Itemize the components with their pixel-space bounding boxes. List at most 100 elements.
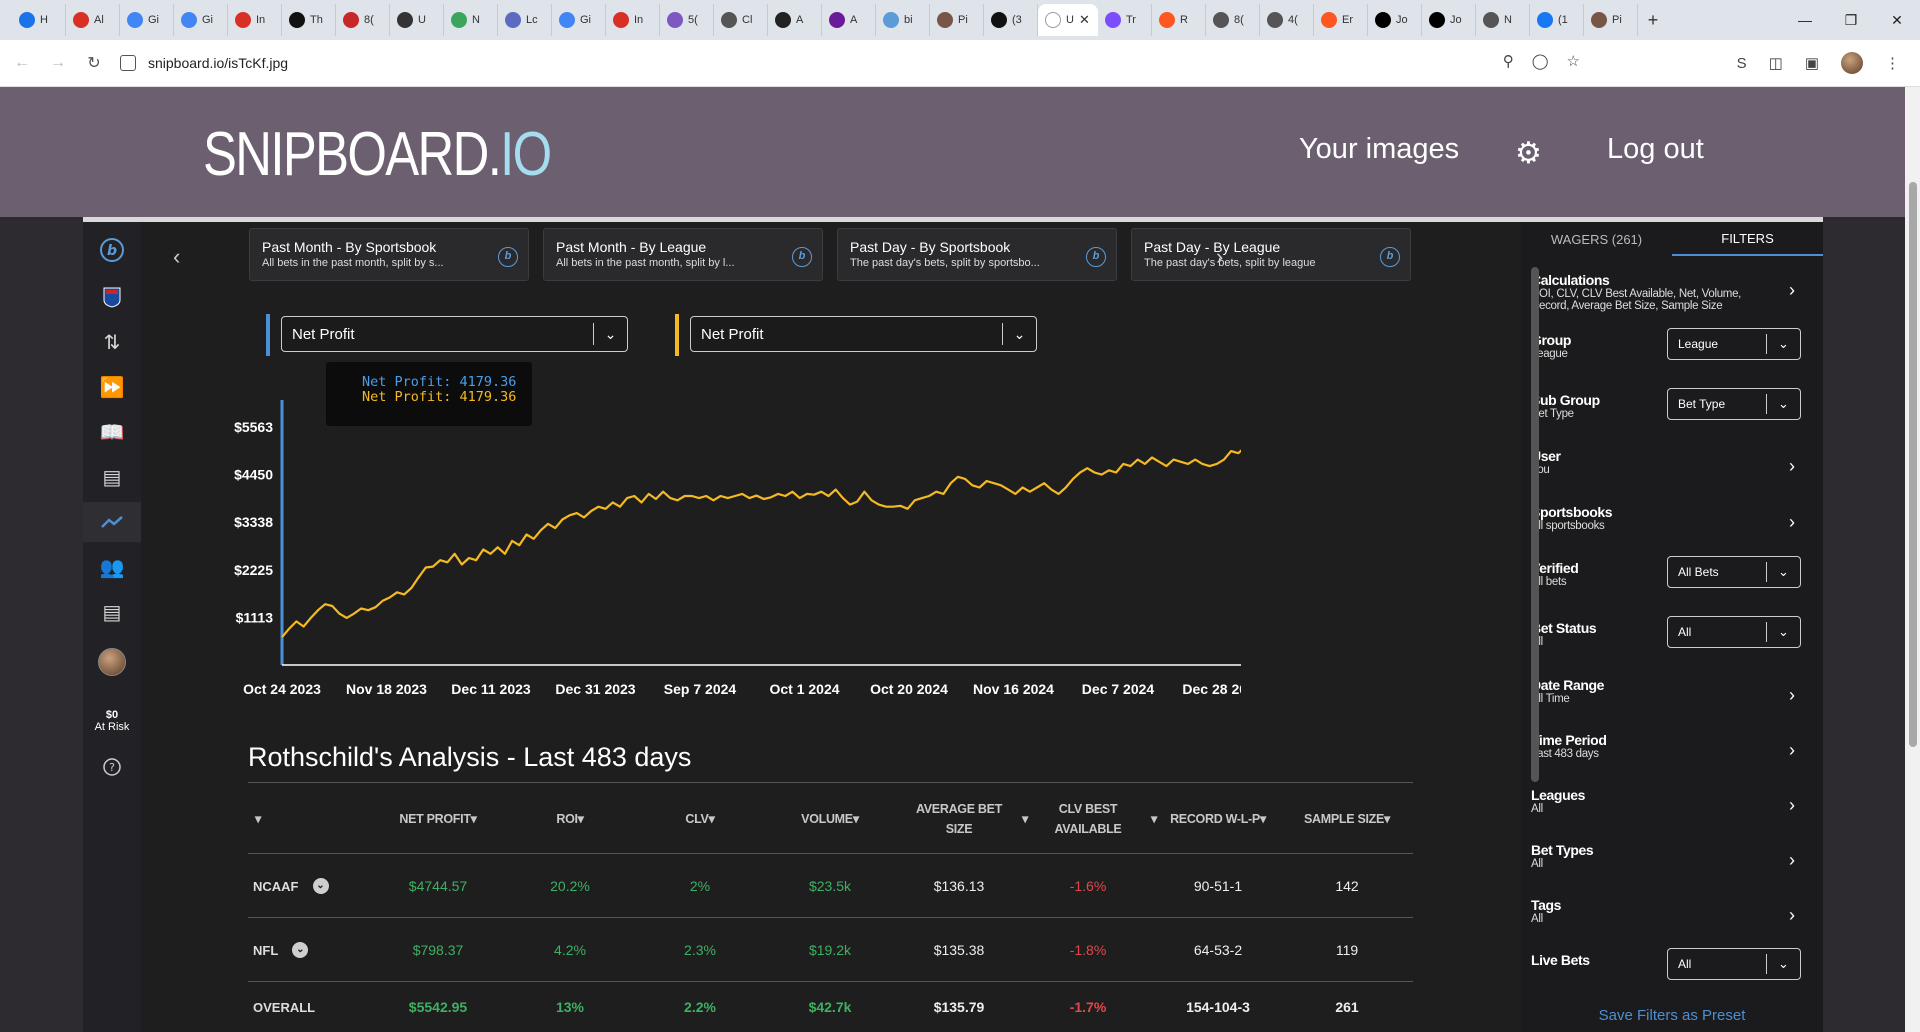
- brand-b-icon[interactable]: b: [83, 230, 141, 270]
- browser-tab[interactable]: A: [822, 4, 876, 36]
- site-info-icon[interactable]: [120, 55, 136, 71]
- inbox-icon[interactable]: ▤: [83, 457, 141, 497]
- table-row[interactable]: OVERALL $5542.95 13% 2.2% $42.7k $135.79 -1.7%…: [248, 982, 1413, 1032]
- chevron-right-icon[interactable]: ›: [1789, 795, 1795, 816]
- column-header[interactable]: ROI ▾: [505, 783, 635, 855]
- filter-row[interactable]: Group League League ⌄: [1531, 328, 1801, 360]
- eye-off-icon[interactable]: ◯: [1532, 52, 1549, 70]
- page-scrollbar[interactable]: [1905, 87, 1920, 1032]
- filter-row[interactable]: Time Period Last 483 days ›: [1531, 732, 1801, 760]
- browser-tab[interactable]: 4(: [1260, 4, 1314, 36]
- extensions-puzzle-icon[interactable]: ◫: [1769, 54, 1783, 72]
- filter-row[interactable]: Calculations ROI, CLV, CLV Best Available…: [1531, 272, 1801, 312]
- swap-icon[interactable]: ⇅: [83, 322, 141, 362]
- nfl-icon[interactable]: [83, 277, 141, 317]
- minimize-icon[interactable]: —: [1782, 0, 1828, 40]
- restore-icon[interactable]: ❐: [1828, 0, 1874, 40]
- browser-tab[interactable]: 8(: [1206, 4, 1260, 36]
- table-row[interactable]: NCAAF ⌄ $4744.57 20.2% 2% $23.5k $136.13 -1.6% 9…: [248, 854, 1413, 918]
- filter-row[interactable]: Sub Group Bet Type Bet Type ⌄: [1531, 388, 1801, 420]
- browser-tab[interactable]: Jo: [1368, 4, 1422, 36]
- chevron-right-icon[interactable]: ›: [1789, 512, 1795, 533]
- close-tab-icon[interactable]: ✕: [1079, 12, 1090, 28]
- browser-tab[interactable]: N: [444, 4, 498, 36]
- fast-forward-icon[interactable]: ⏩: [83, 367, 141, 407]
- filter-select[interactable]: Bet Type ⌄: [1667, 388, 1801, 420]
- browser-tab[interactable]: In: [606, 4, 660, 36]
- help-icon[interactable]: ?: [83, 747, 141, 787]
- tab-wagers[interactable]: WAGERS (261): [1521, 222, 1672, 256]
- snipboard-logo[interactable]: SNIPBOARD.IO: [203, 119, 552, 190]
- column-header[interactable]: NET PROFIT ▾: [373, 783, 503, 855]
- filter-select[interactable]: All Bets ⌄: [1667, 556, 1801, 588]
- browser-tab[interactable]: Jo: [1422, 4, 1476, 36]
- expand-chevron-icon[interactable]: ⌄: [312, 878, 329, 894]
- browser-menu-icon[interactable]: ⋮: [1885, 54, 1900, 72]
- browser-tab[interactable]: N: [1476, 4, 1530, 36]
- browser-tab[interactable]: Gi: [120, 4, 174, 36]
- sidepanel-icon[interactable]: ▣: [1805, 54, 1819, 72]
- chevron-right-icon[interactable]: ›: [1789, 905, 1795, 926]
- browser-tab[interactable]: Er: [1314, 4, 1368, 36]
- book-icon[interactable]: 📖: [83, 412, 141, 452]
- user-avatar[interactable]: [83, 642, 141, 682]
- browser-tab[interactable]: Tr: [1098, 4, 1152, 36]
- browser-tab[interactable]: Gi: [552, 4, 606, 36]
- back-icon[interactable]: ←: [8, 54, 36, 72]
- users-icon[interactable]: 👥: [83, 547, 141, 587]
- column-header[interactable]: CLV ▾: [635, 783, 765, 855]
- column-header[interactable]: RECORD W-L-P ▾: [1153, 783, 1283, 855]
- url-field[interactable]: snipboard.io/isTcKf.jpg: [120, 46, 1640, 80]
- profile-avatar[interactable]: [1841, 52, 1863, 74]
- browser-tab[interactable]: Pi: [930, 4, 984, 36]
- browser-tab[interactable]: Th: [282, 4, 336, 36]
- zoom-icon[interactable]: ⚲: [1503, 52, 1514, 70]
- filter-select[interactable]: All ⌄: [1667, 616, 1801, 648]
- browser-tab[interactable]: U: [390, 4, 444, 36]
- close-window-icon[interactable]: ✕: [1874, 0, 1920, 40]
- filter-row[interactable]: User You ›: [1531, 448, 1801, 476]
- sort-caret-icon[interactable]: ▾: [252, 783, 264, 855]
- expand-chevron-icon[interactable]: ⌄: [292, 942, 309, 958]
- column-header[interactable]: CLV BEST AVAILABLE ▾: [1033, 783, 1158, 855]
- browser-tab[interactable]: 5(: [660, 4, 714, 36]
- browser-tab[interactable]: U ✕: [1038, 4, 1098, 36]
- chevron-right-icon[interactable]: ›: [1789, 685, 1795, 706]
- save-filters-preset-link[interactable]: Save Filters as Preset: [1521, 1007, 1823, 1024]
- filter-row[interactable]: Bet Types All ›: [1531, 842, 1801, 870]
- gear-icon[interactable]: ⚙: [1515, 139, 1545, 169]
- reload-icon[interactable]: ↻: [80, 53, 108, 73]
- chevron-right-icon[interactable]: ›: [1789, 850, 1795, 871]
- filters-scrollbar[interactable]: [1531, 267, 1539, 782]
- filter-row[interactable]: Sportsbooks All sportsbooks ›: [1531, 504, 1801, 532]
- browser-tab[interactable]: (1: [1530, 4, 1584, 36]
- bookmark-star-icon[interactable]: ☆: [1567, 52, 1580, 70]
- extension-s-icon[interactable]: S: [1737, 55, 1747, 72]
- filter-select[interactable]: League ⌄: [1667, 328, 1801, 360]
- browser-tab[interactable]: Al: [66, 4, 120, 36]
- filter-row[interactable]: Tags All ›: [1531, 897, 1801, 925]
- column-header[interactable]: VOLUME ▾: [765, 783, 895, 855]
- filter-row[interactable]: Leagues All ›: [1531, 787, 1801, 815]
- analytics-chart-icon[interactable]: [83, 502, 141, 542]
- browser-tab[interactable]: Pi: [1584, 4, 1638, 36]
- browser-tab[interactable]: H: [12, 4, 66, 36]
- browser-tab[interactable]: A: [768, 4, 822, 36]
- browser-tab[interactable]: (3: [984, 4, 1038, 36]
- filter-row[interactable]: Date Range All Time ›: [1531, 677, 1801, 705]
- log-out-link[interactable]: Log out: [1607, 133, 1704, 166]
- filter-row[interactable]: Bet StatusAllAll⌄: [1531, 616, 1801, 648]
- tab-filters[interactable]: FILTERS: [1672, 222, 1823, 256]
- browser-tab[interactable]: In: [228, 4, 282, 36]
- browser-tab[interactable]: R: [1152, 4, 1206, 36]
- receipt-icon[interactable]: ▤: [83, 592, 141, 632]
- table-row[interactable]: NFL ⌄ $798.37 4.2% 2.3% $19.2k $135.38 -1.8% 64-…: [248, 918, 1413, 982]
- chevron-right-icon[interactable]: ›: [1789, 456, 1795, 477]
- filter-row[interactable]: Verified All bets All Bets ⌄: [1531, 556, 1801, 588]
- browser-tab[interactable]: Gi: [174, 4, 228, 36]
- browser-tab[interactable]: bi: [876, 4, 930, 36]
- your-images-link[interactable]: Your images: [1299, 133, 1459, 166]
- filter-select[interactable]: All ⌄: [1667, 948, 1801, 980]
- browser-tab[interactable]: Cl: [714, 4, 768, 36]
- column-header[interactable]: AVERAGE BET SIZE ▾: [904, 783, 1028, 855]
